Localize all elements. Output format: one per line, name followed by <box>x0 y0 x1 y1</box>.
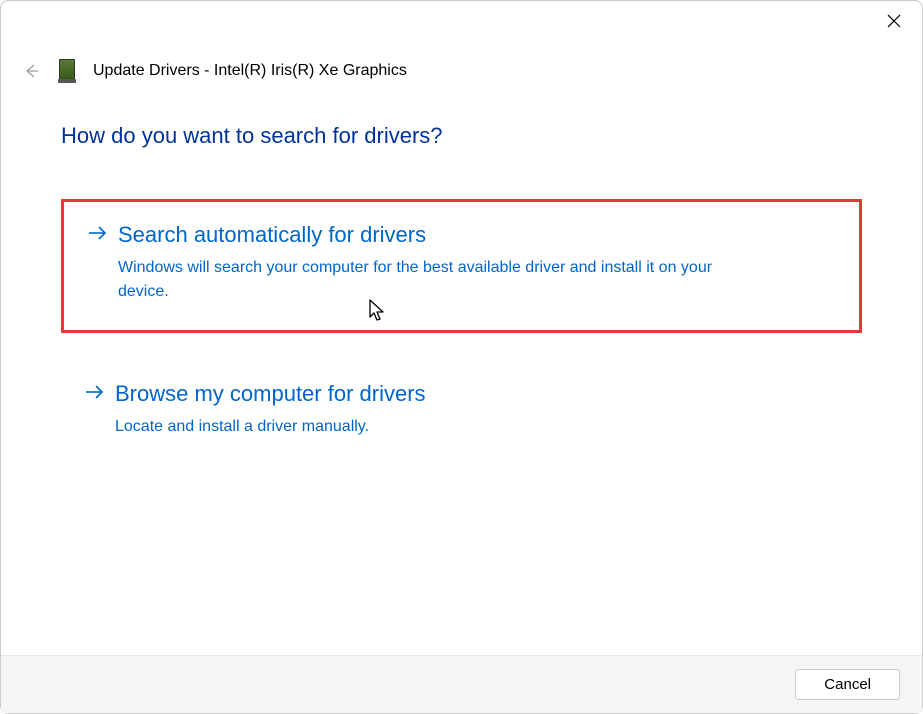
option-description: Windows will search your computer for th… <box>118 256 758 304</box>
option-title: Browse my computer for drivers <box>115 381 426 407</box>
update-drivers-dialog: Update Drivers - Intel(R) Iris(R) Xe Gra… <box>0 0 923 714</box>
option-header: Search automatically for drivers <box>88 222 835 248</box>
content-area: How do you want to search for drivers? S… <box>1 83 922 655</box>
device-icon <box>59 59 75 83</box>
footer: Cancel <box>1 655 922 713</box>
option-browse-computer[interactable]: Browse my computer for drivers Locate an… <box>61 361 862 465</box>
option-description: Locate and install a driver manually. <box>115 415 755 439</box>
titlebar <box>1 1 922 41</box>
close-button[interactable] <box>878 5 910 37</box>
header-row: Update Drivers - Intel(R) Iris(R) Xe Gra… <box>1 41 922 83</box>
arrow-right-icon <box>85 384 105 404</box>
cancel-button[interactable]: Cancel <box>795 669 900 700</box>
dialog-title: Update Drivers - Intel(R) Iris(R) Xe Gra… <box>93 62 407 80</box>
back-button[interactable] <box>21 61 41 81</box>
option-title: Search automatically for drivers <box>118 222 426 248</box>
option-header: Browse my computer for drivers <box>85 381 838 407</box>
question-heading: How do you want to search for drivers? <box>61 123 862 149</box>
close-icon <box>886 13 902 29</box>
arrow-right-icon <box>88 225 108 245</box>
option-search-automatically[interactable]: Search automatically for drivers Windows… <box>61 199 862 333</box>
back-arrow-icon <box>22 62 40 80</box>
